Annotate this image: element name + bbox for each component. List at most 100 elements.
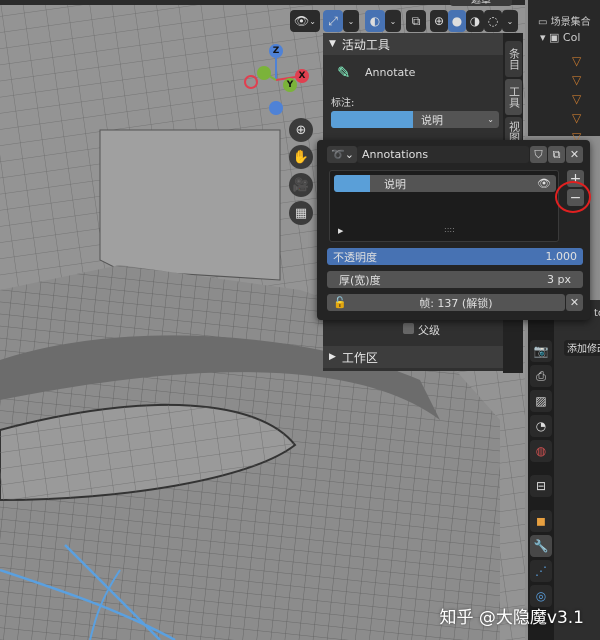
layer-color-swatch[interactable]: [334, 175, 370, 192]
top-dropdown-label: 遮罩: [471, 0, 491, 6]
eye-icon: 👁: [294, 14, 310, 28]
axis-neg-z[interactable]: [269, 101, 283, 115]
thickness-label: 厚(宽)度: [339, 273, 381, 287]
axis-y[interactable]: Y: [283, 78, 297, 92]
scene-collection-row[interactable]: ▭ 场景集合: [538, 13, 591, 28]
frame-label: 帧: 137 (解锁): [419, 296, 493, 310]
wireframe-sphere-icon: ⊕: [433, 14, 445, 28]
gizmo-toggle[interactable]: ⤢: [323, 10, 343, 32]
copy-icon: ⧉: [552, 147, 561, 161]
shading-dropdown[interactable]: ⌄: [502, 10, 518, 32]
shading-rendered[interactable]: ◌: [484, 10, 502, 32]
axis-z[interactable]: Z: [269, 44, 283, 58]
add-modifier-button[interactable]: 添加修改器: [564, 340, 600, 356]
ortho-button[interactable]: ▦: [289, 201, 313, 225]
annotation-layer-select[interactable]: 说明 ⌄: [331, 111, 499, 128]
layer-row[interactable]: 说明 👁: [334, 175, 556, 192]
frame-unlink-button[interactable]: ✕: [566, 294, 583, 311]
image-icon: ▨: [535, 394, 547, 408]
thickness-field[interactable]: 厚(宽)度 3 px: [327, 271, 583, 288]
duplicate-button[interactable]: ⧉: [548, 146, 565, 163]
scene-collection-label: 场景集合: [550, 17, 591, 28]
object-list[interactable]: ▽ ▽ ▽ ▽ ▽: [572, 52, 581, 147]
layer-name: 说明: [384, 177, 406, 191]
tool-name: Annotate: [365, 66, 416, 79]
visibility-dropdown[interactable]: 👁 ⌄: [290, 10, 320, 32]
overlay-toggle[interactable]: ◐: [365, 10, 385, 32]
pan-button[interactable]: ✋: [289, 145, 313, 169]
collapse-arrow-icon: ▶: [329, 352, 336, 362]
render-tab[interactable]: 📷: [530, 340, 552, 362]
expand-arrow-icon[interactable]: ▶: [338, 227, 343, 235]
eye-icon[interactable]: 👁: [537, 177, 551, 190]
tab-item[interactable]: 条目: [505, 41, 522, 77]
camera-icon: 🎥: [292, 177, 310, 193]
collection-row[interactable]: ▾ ▣ Col: [540, 31, 580, 44]
collection-icon: ▭: [538, 17, 551, 28]
highlight-circle: [555, 181, 591, 213]
shading-material[interactable]: ◑: [466, 10, 484, 32]
solid-sphere-icon: ●: [451, 14, 463, 28]
unlink-button[interactable]: ✕: [566, 146, 583, 163]
close-icon: ✕: [569, 148, 580, 161]
active-tool-header[interactable]: ▼ 活动工具: [323, 33, 503, 55]
overlay-dropdown[interactable]: ⌄: [385, 10, 401, 32]
resize-handle-icon[interactable]: ::::: [444, 225, 455, 234]
shield-icon: ⛉: [534, 147, 543, 161]
view-layer-tab[interactable]: ▨: [530, 390, 552, 412]
world-tab[interactable]: ◍: [530, 440, 552, 462]
gizmo-dropdown[interactable]: ⌄: [343, 10, 359, 32]
annotate-icon: ✎: [337, 63, 351, 82]
navigation-gizmo[interactable]: Z X Y: [240, 40, 310, 115]
xray-icon: ⧉: [411, 13, 421, 28]
layer-select-value: 说明: [421, 113, 443, 127]
annotation-label: 标注:: [331, 98, 355, 109]
zoom-button[interactable]: ⊕: [289, 118, 313, 142]
parent-checkbox[interactable]: [403, 323, 414, 334]
active-tool-title: 活动工具: [341, 37, 390, 52]
scene-icon: ◔: [535, 419, 547, 433]
opacity-value: 1.000: [545, 250, 578, 263]
rendered-sphere-icon: ◌: [487, 14, 499, 28]
layer-color-swatch: [331, 111, 413, 128]
opacity-slider[interactable]: 不透明度 1.000: [327, 248, 583, 265]
frame-lock-field[interactable]: 🔓 帧: 137 (解锁): [327, 294, 565, 311]
modifier-tab[interactable]: 🔧: [530, 535, 552, 557]
shading-solid[interactable]: ●: [448, 10, 466, 32]
thickness-value: 3 px: [547, 273, 571, 286]
datablock-type-dropdown[interactable]: ➰⌄: [327, 146, 357, 163]
axis-neg-x[interactable]: [244, 75, 258, 89]
properties-editor: 添加修改器 to 📷 ⎙ ▨ ◔ ◍ ⊟ ◼ 🔧 ⋰ ◎: [528, 300, 600, 640]
camera-back-icon: 📷: [533, 344, 549, 358]
collection-label: Col: [562, 31, 581, 44]
chevron-down-icon: ⌄: [487, 115, 494, 124]
particles-icon: ⋰: [535, 564, 547, 578]
axis-x[interactable]: X: [295, 69, 309, 83]
scene-tab[interactable]: ◔: [530, 415, 552, 437]
world-icon: ◍: [535, 444, 547, 458]
axis-neg-y[interactable]: [257, 66, 271, 80]
object-tab[interactable]: ◼: [530, 510, 552, 532]
layer-list[interactable]: 说明 👁 ▶ ::::: [329, 170, 559, 242]
zoom-icon: ⊕: [295, 122, 307, 138]
material-sphere-icon: ◑: [469, 14, 481, 28]
physics-icon: ◎: [535, 589, 547, 603]
output-tab[interactable]: ⎙: [530, 365, 552, 387]
workspace-header[interactable]: ▶ 工作区: [323, 346, 503, 368]
xray-toggle[interactable]: ⧉: [406, 10, 426, 32]
particles-tab[interactable]: ⋰: [530, 560, 552, 582]
fake-user-button[interactable]: ⛉: [530, 146, 547, 163]
outliner: ▭ 场景集合 ▾ ▣ Col ▽ ▽ ▽ ▽ ▽: [528, 0, 600, 144]
hand-icon: ✋: [292, 149, 310, 165]
viewport-header-strip: [0, 0, 525, 5]
overlay-icon: ◐: [369, 14, 381, 28]
collapse-arrow-icon: ▼: [329, 39, 336, 49]
shading-wireframe[interactable]: ⊕: [430, 10, 448, 32]
tab-tool[interactable]: 工具: [505, 79, 522, 115]
collection-icon: ▾ ▣: [540, 31, 563, 44]
close-icon: ✕: [569, 296, 580, 309]
datablock-name-field[interactable]: Annotations: [357, 146, 529, 163]
collection-tab[interactable]: ⊟: [530, 475, 552, 497]
top-dropdown[interactable]: 遮罩: [450, 0, 512, 6]
camera-button[interactable]: 🎥: [289, 173, 313, 197]
